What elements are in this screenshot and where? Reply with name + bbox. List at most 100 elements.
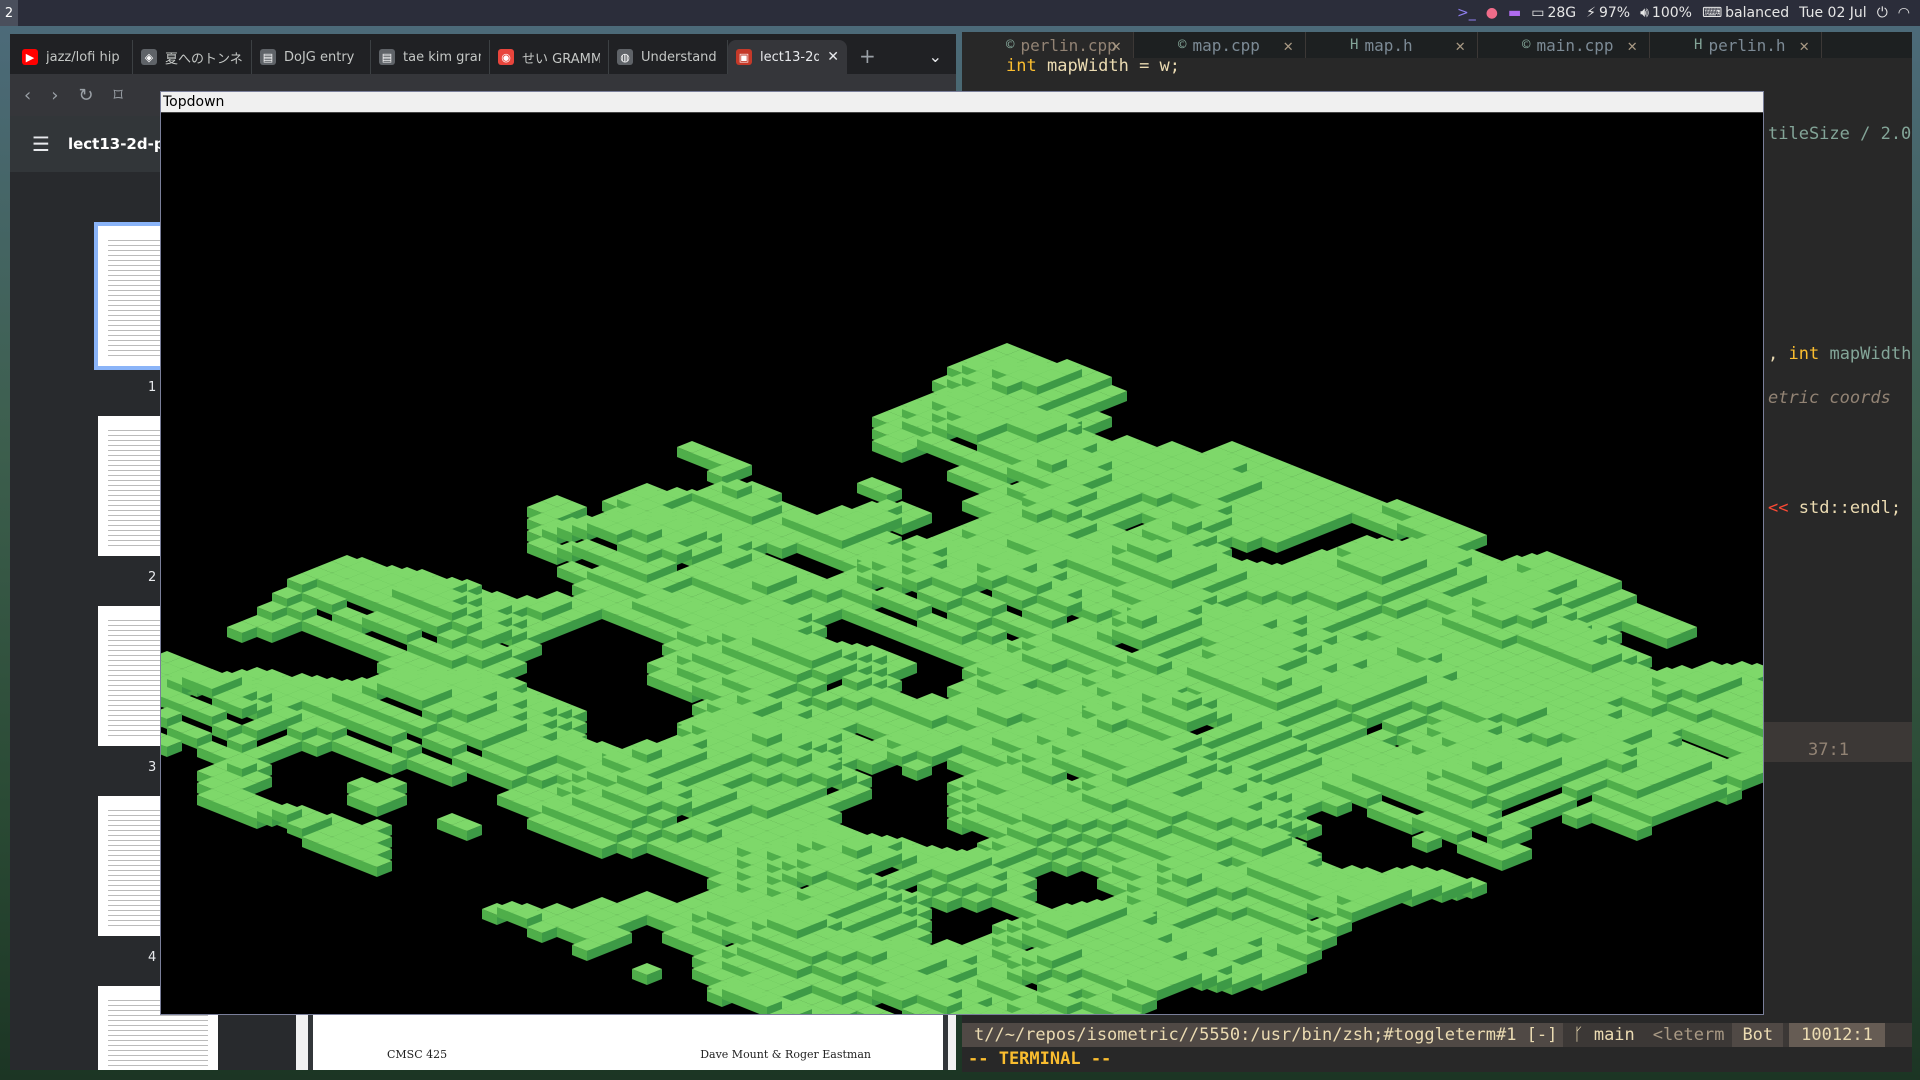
- forward-icon[interactable]: ›: [51, 85, 58, 106]
- terminal-icon[interactable]: >_: [1457, 5, 1476, 21]
- status-path: t//~/repos/isometric//5550:/usr/bin/zsh;…: [962, 1023, 1564, 1047]
- editor-tab[interactable]: © map.cpp ✕: [1134, 32, 1306, 58]
- volume-value: 100%: [1651, 5, 1692, 21]
- code-operator: <<: [1768, 498, 1789, 518]
- browser-tab[interactable]: ◈ 夏へのトンネ: [133, 40, 252, 74]
- battery-icon: ⚡: [1586, 5, 1596, 21]
- pdf-icon: ▣: [736, 49, 752, 65]
- shield-icon: ◈: [141, 49, 157, 65]
- code-text: mapWidth: [1829, 344, 1912, 364]
- code-fragment[interactable]: , int mapWidth: [1768, 344, 1911, 364]
- topdown-window[interactable]: Topdown: [160, 91, 1764, 1015]
- disk-indicator: ▭ 28G: [1531, 5, 1576, 21]
- editor-tab[interactable]: Hmap.h ✕: [1306, 32, 1478, 58]
- tab-title: lect13-2d: [760, 49, 820, 65]
- editor-tab-label: map.h: [1364, 35, 1413, 55]
- book-icon: ▤: [379, 49, 395, 65]
- editor-tab-label: map.cpp: [1192, 35, 1260, 55]
- menu-icon[interactable]: ☰: [32, 132, 50, 156]
- record-icon[interactable]: ●: [1486, 5, 1498, 21]
- battery-indicator[interactable]: ⚡ 97%: [1586, 5, 1630, 21]
- code-line[interactable]: int mapWidth = w;: [1006, 56, 1180, 76]
- cpp-icon: ©: [1006, 37, 1015, 53]
- pdf-scrollbar[interactable]: [948, 1014, 956, 1070]
- power-profile[interactable]: ⌨ balanced: [1702, 5, 1789, 21]
- bookmark-icon[interactable]: ⌑: [114, 85, 123, 106]
- code-text: tileSize / 2.0: [1768, 124, 1912, 144]
- window-title[interactable]: Topdown: [161, 92, 1763, 113]
- status-position: 10012:1: [1789, 1023, 1885, 1047]
- workspace-indicator[interactable]: 2: [0, 0, 18, 26]
- editor-tab[interactable]: © main.cpp ✕: [1478, 32, 1650, 58]
- folder-icon[interactable]: ▬: [1508, 5, 1521, 21]
- browser-tab-active[interactable]: ▣ lect13-2d ✕: [728, 40, 847, 74]
- code-text: std::endl;: [1798, 498, 1902, 518]
- close-icon[interactable]: ✕: [1283, 36, 1293, 55]
- header-icon: H: [1350, 37, 1359, 53]
- code-fragment[interactable]: tileSize / 2.0: [1768, 124, 1911, 144]
- browser-tab[interactable]: ◍ Understand: [609, 40, 728, 74]
- close-icon[interactable]: ✕: [1799, 36, 1809, 55]
- system-tray: >_ ● ▬ ▭ 28G ⚡ 97% 🔊︎ 100% ⌨ balanced Tue 02…: [1457, 5, 1920, 21]
- disk-icon: ▭: [1531, 5, 1545, 21]
- browser-tab-strip: ▶ jazz/lofi hip ◈ 夏へのトンネ ▤ DoJG entry ▤ tae …: [10, 34, 956, 74]
- editor-tab[interactable]: Hperlin.h ✕: [1650, 32, 1822, 58]
- reload-icon[interactable]: ↻: [78, 85, 93, 106]
- book-icon: ▤: [260, 49, 276, 65]
- git-branch: ᚴ main: [1563, 1025, 1644, 1045]
- tab-title: 夏へのトンネ: [165, 51, 243, 67]
- cpp-icon: ©: [1178, 37, 1187, 53]
- close-icon[interactable]: ✕: [1111, 36, 1121, 55]
- browser-tab[interactable]: ▤ tae kim gran: [371, 40, 490, 74]
- new-tab-icon[interactable]: +: [859, 44, 876, 68]
- isometric-tile-map: [161, 343, 1763, 1014]
- browser-tab[interactable]: ◉ せい GRAMM: [490, 40, 609, 74]
- page-number: 1: [148, 380, 157, 395]
- browser-tab[interactable]: ▤ DoJG entry: [252, 40, 371, 74]
- page-number: 4: [148, 950, 157, 965]
- speaker-icon: 🔊︎: [1640, 5, 1649, 21]
- code-text: mapWidth = w;: [1046, 56, 1181, 76]
- editor-tab[interactable]: © perlin.cpp ✕: [962, 32, 1134, 58]
- chevron-down-icon[interactable]: ⌄: [929, 47, 942, 66]
- editor-status-line: t//~/repos/isometric//5550:/usr/bin/zsh;…: [962, 1023, 1912, 1047]
- page-number: 3: [148, 760, 157, 775]
- tab-title: tae kim gran: [403, 49, 481, 65]
- power-icon[interactable]: ⏻: [1877, 5, 1888, 21]
- editor-tab-bar: © perlin.cpp ✕ © map.cpp ✕ Hmap.h ✕ © main.cpp…: [962, 32, 1912, 58]
- status-scroll: Bot: [1732, 1023, 1784, 1047]
- code-fragment[interactable]: << std::endl;: [1768, 498, 1901, 518]
- pdf-footer-authors: Dave Mount & Roger Eastman: [700, 1048, 871, 1061]
- status-mode: <leterm: [1652, 1025, 1725, 1045]
- terminal-mode-indicator: -- TERMINAL --: [968, 1049, 1112, 1069]
- editor-tab-label: perlin.h: [1708, 35, 1786, 55]
- branch-name: main: [1593, 1025, 1635, 1045]
- clock[interactable]: Tue 02 Jul: [1799, 5, 1867, 21]
- render-canvas[interactable]: [161, 113, 1763, 1014]
- cpp-icon: ©: [1522, 37, 1531, 53]
- disk-value: 28G: [1547, 5, 1577, 21]
- volume-indicator[interactable]: 🔊︎ 100%: [1640, 5, 1692, 21]
- tab-title: Understand: [641, 49, 717, 65]
- close-icon[interactable]: ✕: [1627, 36, 1637, 55]
- pdf-page: CMSC 425 Dave Mount & Roger Eastman: [313, 1014, 943, 1070]
- close-icon[interactable]: ✕: [1455, 36, 1465, 55]
- code-comment[interactable]: etric coords: [1768, 388, 1891, 408]
- branch-icon: ᚴ: [1573, 1025, 1594, 1045]
- tab-title: jazz/lofi hip: [46, 49, 120, 65]
- code-keyword: int: [1006, 56, 1037, 76]
- battery-value: 97%: [1598, 5, 1631, 21]
- cursor-position: 37:1: [1808, 740, 1849, 760]
- close-tab-icon[interactable]: ✕: [827, 49, 839, 65]
- browser-tab[interactable]: ▶ jazz/lofi hip: [14, 40, 133, 74]
- editor-tab-label: main.cpp: [1536, 35, 1614, 55]
- pdf-scrollbar[interactable]: [296, 1014, 308, 1070]
- code-text: ,: [1768, 344, 1789, 364]
- wifi-icon[interactable]: ◠: [1898, 5, 1910, 21]
- back-icon[interactable]: ‹: [24, 85, 31, 106]
- globe-icon: ◍: [617, 49, 633, 65]
- editor-tab-label: perlin.cpp: [1020, 35, 1117, 55]
- pdf-title: lect13-2d-pe: [67, 135, 175, 153]
- keyboard-icon: ⌨: [1701, 5, 1723, 21]
- iso-tile: [632, 963, 662, 985]
